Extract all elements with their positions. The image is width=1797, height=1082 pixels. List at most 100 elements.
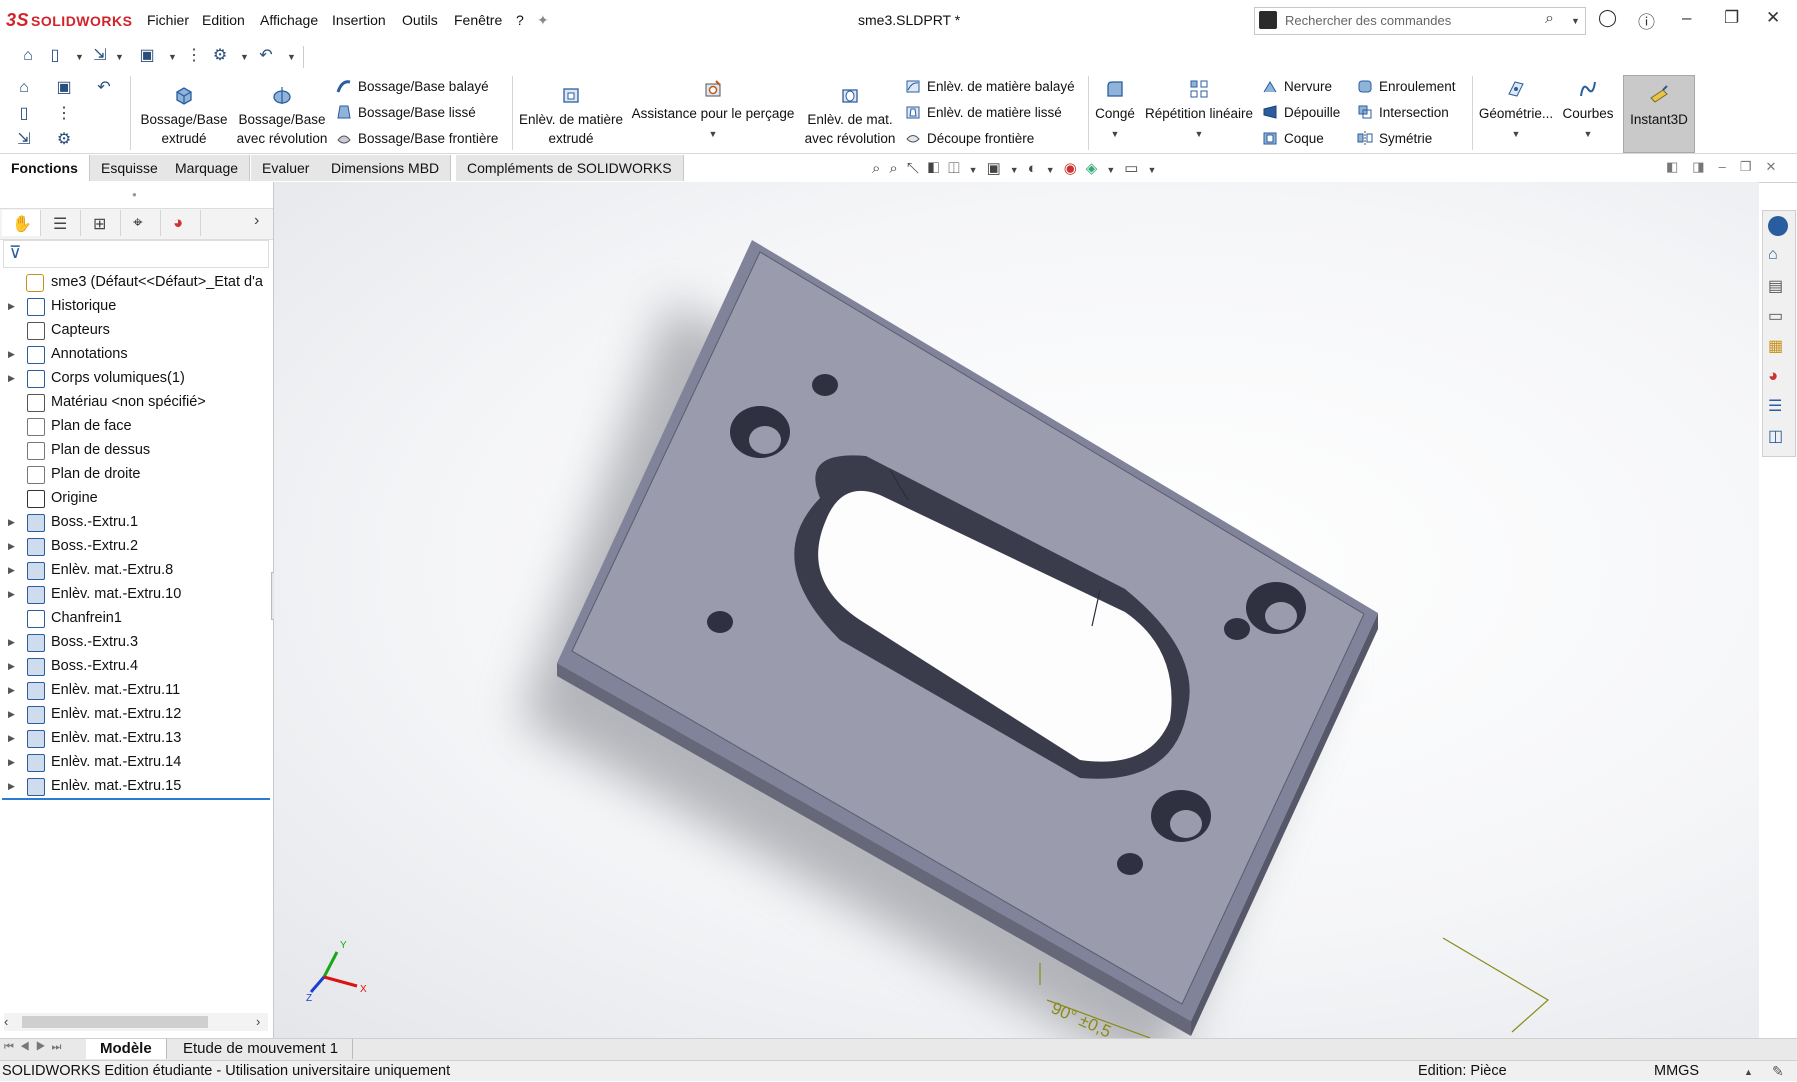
scrollbar-thumb[interactable] [22, 1016, 208, 1028]
chevron-down-icon[interactable]: ▼ [75, 52, 84, 62]
linear-pattern-button[interactable]: Répétition linéaire ▼ [1142, 78, 1256, 144]
expand-arrow-icon[interactable]: ▶ [8, 654, 15, 678]
chevron-down-icon[interactable]: ▼ [709, 129, 718, 139]
zoom-to-fit-icon[interactable]: ⌕ [872, 160, 889, 177]
scroll-left-icon[interactable]: ‹ [4, 1014, 8, 1029]
tab-evaluer[interactable]: Evaluer [251, 155, 322, 181]
chevron-down-icon[interactable]: ▼ [1571, 16, 1580, 26]
appearances-icon[interactable]: ◕ [1768, 366, 1788, 386]
open-icon[interactable]: ⇲ [90, 46, 110, 66]
chevron-down-icon[interactable]: ▼ [168, 52, 177, 62]
menu-outils[interactable]: Outils [402, 12, 438, 28]
chevron-right-icon[interactable]: › [254, 212, 259, 230]
filter-box[interactable]: ⊽ [3, 240, 269, 268]
tree-item[interactable]: ▶ Corps volumiques(1) [0, 366, 273, 390]
zoom-area-icon[interactable]: ⌕ [889, 160, 906, 177]
scene-icon[interactable]: ◈ [1086, 160, 1107, 177]
tree-item[interactable]: ▶ Enlèv. mat.-Extru.15 [0, 774, 273, 798]
menu-edition[interactable]: Edition [202, 12, 245, 28]
tree-item[interactable]: Chanfrein1 [0, 606, 273, 630]
chevron-down-icon[interactable]: ▼ [240, 52, 249, 62]
rib-button[interactable]: Nervure [1262, 78, 1332, 94]
tab-complements[interactable]: Compléments de SOLIDWORKS [456, 155, 684, 181]
cut-revolve-button[interactable]: Enlèv. de mat. avec révolution [796, 84, 904, 148]
graphics-area[interactable]: 90° ±0,5 Y X Z [274, 182, 1759, 1038]
hole-wizard-button[interactable]: Assistance pour le perçage ▼ [630, 78, 796, 144]
design-library-icon[interactable]: ▤ [1768, 276, 1788, 296]
boss-revolve-button[interactable]: Bossage/Base avec révolution [232, 84, 332, 148]
expand-arrow-icon[interactable]: ▶ [8, 750, 15, 774]
home-icon[interactable]: ⌂ [1768, 246, 1788, 266]
dynamic-annotation-icon[interactable]: ◫ [948, 160, 968, 177]
chevron-down-icon[interactable]: ▼ [1147, 165, 1165, 175]
close-icon[interactable]: ✕ [1765, 159, 1790, 174]
tree-item[interactable]: Capteurs [0, 318, 273, 342]
tab-etude-mouvement[interactable]: Etude de mouvement 1 [169, 1039, 354, 1059]
tree-item[interactable]: ▶ Enlèv. mat.-Extru.10 [0, 582, 273, 606]
tree-item[interactable]: ▶ Enlèv. mat.-Extru.8 [0, 558, 273, 582]
tree-item[interactable]: Matériau <non spécifié> [0, 390, 273, 414]
undo-icon[interactable]: ↶ [256, 46, 276, 66]
boss-loft-button[interactable]: Bossage/Base lissé [336, 104, 476, 120]
options-gear-icon[interactable]: ⚙ [54, 130, 74, 150]
wrap-button[interactable]: Enroulement [1357, 78, 1456, 94]
help-icon[interactable]: ⓘ [1638, 8, 1655, 33]
tile-right-icon[interactable]: ◨ [1692, 159, 1718, 174]
expand-arrow-icon[interactable]: ▶ [8, 774, 15, 798]
cut-extrude-button[interactable]: Enlèv. de matière extrudé [516, 84, 626, 148]
view-palette-icon[interactable]: ▦ [1768, 336, 1788, 356]
property-manager-tab[interactable]: ☰ [42, 210, 81, 236]
menu-insertion[interactable]: Insertion [332, 12, 386, 28]
intersect-button[interactable]: Intersection [1357, 104, 1449, 120]
view-settings-icon[interactable]: ▭ [1124, 160, 1147, 177]
open-icon[interactable]: ⇲ [14, 130, 34, 150]
expand-arrow-icon[interactable]: ▶ [8, 294, 15, 318]
view-orientation-icon[interactable]: ▣ [987, 160, 1010, 177]
expand-arrow-icon[interactable]: ▶ [8, 534, 15, 558]
command-search[interactable]: Rechercher des commandes ⌕ ▼ [1254, 7, 1586, 35]
horizontal-scrollbar[interactable]: ‹ › [4, 1013, 268, 1031]
file-explorer-icon[interactable]: ▭ [1768, 306, 1788, 326]
first-tab-icon[interactable]: ⏮ [4, 1041, 20, 1053]
curves-button[interactable]: Courbes ▼ [1560, 78, 1616, 144]
expand-arrow-icon[interactable]: ▶ [8, 678, 15, 702]
tree-item[interactable]: Plan de droite [0, 462, 273, 486]
appearance-icon[interactable]: ◉ [1064, 160, 1086, 177]
viewport-window-controls[interactable]: ◧◨–❐✕ [1666, 159, 1790, 175]
fillet-button[interactable]: Congé ▼ [1090, 78, 1140, 144]
tree-item[interactable]: ▶ Boss.-Extru.2 [0, 534, 273, 558]
custom-properties-icon[interactable]: ☰ [1768, 396, 1788, 416]
heads-up-view-toolbar[interactable]: ⌕⌕↖◧◫▼▣▼◐▼◉◈▼▭▼ [872, 159, 1165, 177]
status-units[interactable]: MMGS [1654, 1061, 1699, 1081]
forum-icon[interactable]: ◫ [1768, 426, 1788, 446]
tree-item[interactable]: Plan de face [0, 414, 273, 438]
dimxpert-tab[interactable]: ⌖ [122, 210, 161, 236]
boss-sweep-button[interactable]: Bossage/Base balayé [336, 78, 489, 94]
pin-icon[interactable]: ✦ [537, 12, 549, 29]
chevron-down-icon[interactable]: ▼ [1111, 129, 1120, 139]
menu-affichage[interactable]: Affichage [260, 12, 318, 28]
close-icon[interactable]: ✕ [1766, 8, 1780, 28]
save-icon[interactable]: ▣ [137, 46, 157, 66]
cut-loft-button[interactable]: Enlèv. de matière lissé [905, 104, 1062, 120]
rebuild-traffic-light-icon[interactable]: ⋮ [184, 46, 204, 66]
boss-boundary-button[interactable]: Bossage/Base frontière [336, 130, 498, 146]
display-style-icon[interactable]: ◐ [1028, 160, 1046, 177]
minimize-icon[interactable]: – [1682, 8, 1691, 28]
tree-item[interactable]: ▶ Boss.-Extru.4 [0, 654, 273, 678]
chevron-down-icon[interactable]: ▼ [969, 165, 987, 175]
tree-item[interactable]: ▶ Historique [0, 294, 273, 318]
new-document-icon[interactable]: ▯ [45, 46, 65, 66]
expand-arrow-icon[interactable]: ▶ [8, 366, 15, 390]
next-tab-icon[interactable]: ▶ [36, 1041, 52, 1053]
chevron-down-icon[interactable]: ▼ [1046, 165, 1064, 175]
chevron-up-icon[interactable]: ▲ [1744, 1062, 1753, 1082]
tree-item[interactable]: ▶ Enlèv. mat.-Extru.11 [0, 678, 273, 702]
reference-geometry-button[interactable]: Géométrie... ▼ [1474, 78, 1558, 144]
cut-sweep-button[interactable]: Enlèv. de matière balayé [905, 78, 1075, 94]
tree-item[interactable]: sme3 (Défaut<<Défaut>_Etat d'a [0, 270, 273, 294]
tree-item[interactable]: ▶ Enlèv. mat.-Extru.13 [0, 726, 273, 750]
quick-tips-icon[interactable]: ✎ [1772, 1061, 1784, 1081]
display-manager-tab[interactable]: ◕ [162, 210, 201, 236]
tab-modele[interactable]: Modèle [86, 1039, 167, 1059]
